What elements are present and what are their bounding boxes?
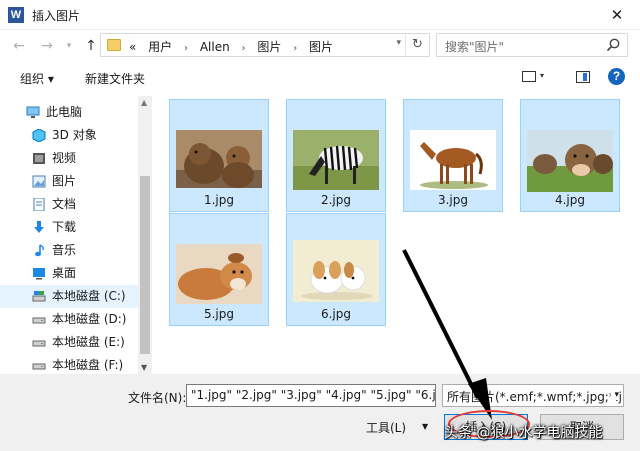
file-name: 5.jpg	[203, 307, 235, 321]
file-item[interactable]: 1.jpg	[169, 99, 269, 212]
file-name: 2.jpg	[320, 193, 352, 207]
sidebar-item-drive-c[interactable]: 本地磁盘 (C:)	[0, 285, 138, 308]
address-bar[interactable]: « 用户 › Allen › 图片 › 图片 ▾ ↻	[100, 33, 430, 57]
close-button[interactable]: ✕	[594, 0, 640, 30]
tools-button[interactable]: 工具(L)	[366, 419, 406, 436]
breadcrumb: « 用户 › Allen › 图片 › 图片	[129, 38, 333, 55]
up-button[interactable]: ↑	[80, 36, 102, 56]
file-item[interactable]: 3.jpg	[403, 99, 503, 212]
sidebar-item-drive-e[interactable]: 本地磁盘 (E:)	[0, 331, 138, 354]
sidebar-item-label: 下载	[52, 220, 77, 234]
scroll-down-arrow-icon[interactable]: ▼	[141, 363, 147, 372]
preview-pane-icon[interactable]	[576, 71, 590, 83]
video-icon	[33, 153, 45, 164]
drive-icon	[32, 363, 46, 370]
new-folder-button[interactable]: 新建文件夹	[85, 70, 145, 87]
breadcrumb-allen[interactable]: Allen	[200, 40, 230, 54]
file-name: 1.jpg	[203, 193, 235, 207]
sidebar-item-label: 3D 对象	[52, 128, 97, 142]
navigation-pane: 此电脑 3D 对象 视频 图片 文档 下载 音乐 桌面 本地磁盘 (C:) 本地…	[0, 96, 152, 374]
sidebar-item-drive-d[interactable]: 本地磁盘 (D:)	[0, 308, 138, 331]
zebra-thumbnail	[293, 130, 379, 190]
chevron-right-icon: ›	[293, 43, 298, 54]
sidebar-item-label: 文档	[52, 197, 77, 211]
cube-icon	[32, 129, 46, 142]
chevron-down-icon: ▼	[422, 422, 429, 431]
organize-button[interactable]: 组织 ▾	[20, 70, 54, 87]
window-title: 插入图片	[32, 9, 81, 23]
sidebar-item-music[interactable]: 音乐	[0, 239, 138, 262]
search-placeholder: 搜索"图片"	[445, 40, 505, 54]
breadcrumb-pictures-current[interactable]: 图片	[309, 40, 333, 54]
sidebar-item-label: 音乐	[52, 243, 77, 257]
drive-icon	[32, 291, 46, 302]
chevron-down-icon: ▾	[611, 390, 619, 400]
file-item[interactable]: 2.jpg	[286, 99, 386, 212]
file-item[interactable]: 5.jpg	[169, 213, 269, 326]
dog-thumbnail	[176, 244, 262, 304]
file-name: 3.jpg	[437, 193, 469, 207]
computer-icon	[26, 106, 40, 118]
sidebar-item-label: 本地磁盘 (D:)	[52, 312, 127, 326]
sidebar-item-label: 此电脑	[46, 105, 83, 119]
sidebar-item-label: 桌面	[52, 266, 77, 280]
pictures-icon	[32, 175, 46, 188]
search-box[interactable]: 搜索"图片"	[436, 33, 628, 57]
file-name: 6.jpg	[320, 307, 352, 321]
filetype-select[interactable]: 所有图片(*.emf;*.wmf;*.jpg;*.jp ▾	[442, 384, 624, 407]
title-bar: W 插入图片 ✕	[0, 0, 640, 30]
chevron-right-icon: ›	[241, 43, 246, 54]
sidebar-item-label: 本地磁盘 (F:)	[52, 358, 124, 372]
sidebar-item-desktop[interactable]: 桌面	[0, 262, 138, 285]
filename-field[interactable]: "1.jpg" "2.jpg" "3.jpg" "4.jpg" "5.jpg" …	[186, 384, 436, 407]
horse-thumbnail	[410, 130, 496, 190]
sidebar-item-label: 视频	[52, 151, 77, 165]
refresh-button[interactable]: ↻	[405, 34, 429, 56]
view-dropdown-icon[interactable]: ▾	[540, 71, 544, 80]
search-icon[interactable]	[605, 37, 621, 53]
download-icon	[34, 221, 44, 233]
sidebar-item-downloads[interactable]: 下载	[0, 216, 138, 239]
file-item[interactable]: 4.jpg	[520, 99, 620, 212]
file-name: 4.jpg	[554, 193, 586, 207]
chevron-right-icon: ›	[184, 43, 189, 54]
desktop-icon	[33, 268, 45, 280]
sidebar-item-label: 图片	[52, 174, 77, 188]
cows-thumbnail	[527, 130, 613, 192]
music-icon	[35, 244, 44, 257]
sidebar-item-this-pc[interactable]: 此电脑	[0, 101, 138, 124]
view-options-icon[interactable]	[522, 71, 536, 82]
file-item[interactable]: 6.jpg	[286, 213, 386, 326]
bears-thumbnail	[176, 130, 262, 188]
sidebar-item-documents[interactable]: 文档	[0, 193, 138, 216]
command-bar: 组织 ▾ 新建文件夹 ▾ ?	[0, 62, 640, 92]
watermark: 头条 @狼小水学电脑技能	[444, 425, 603, 441]
back-button[interactable]: ←	[8, 36, 30, 56]
sidebar-item-3d-objects[interactable]: 3D 对象	[0, 124, 138, 147]
filename-label: 文件名(N):	[128, 391, 187, 405]
scroll-up-arrow-icon[interactable]: ▲	[141, 98, 147, 107]
documents-icon	[33, 198, 45, 211]
drive-icon	[32, 317, 46, 324]
puppies-thumbnail	[293, 240, 379, 302]
recent-locations-button[interactable]: ▾	[58, 36, 80, 56]
word-app-icon: W	[8, 7, 24, 23]
scrollbar-thumb[interactable]	[140, 176, 150, 354]
sidebar-item-label: 本地磁盘 (C:)	[52, 289, 126, 303]
sidebar-item-videos[interactable]: 视频	[0, 147, 138, 170]
forward-button[interactable]: →	[36, 36, 58, 56]
file-list: 1.jpg 2.jpg 3.jpg 4.jpg 5.jpg 6.jpg	[160, 96, 640, 374]
address-dropdown-icon[interactable]: ▾	[396, 38, 401, 48]
navigation-scrollbar[interactable]: ▲ ▼	[138, 96, 152, 374]
drive-icon	[32, 340, 46, 347]
sidebar-item-label: 本地磁盘 (E:)	[52, 335, 125, 349]
breadcrumb-overflow[interactable]: «	[129, 40, 136, 54]
filetype-value: 所有图片(*.emf;*.wmf;*.jpg;*.jp	[447, 390, 624, 404]
breadcrumb-pictures[interactable]: 图片	[257, 40, 281, 54]
breadcrumb-users[interactable]: 用户	[148, 40, 172, 54]
help-icon[interactable]: ?	[608, 68, 625, 85]
sidebar-item-pictures[interactable]: 图片	[0, 170, 138, 193]
folder-icon	[107, 39, 121, 51]
